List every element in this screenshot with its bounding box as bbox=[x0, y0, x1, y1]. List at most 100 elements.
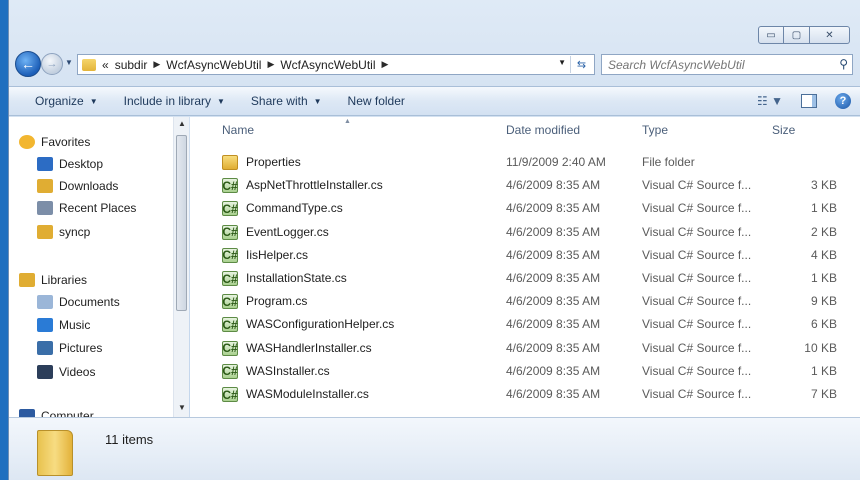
file-date-modified: 4/6/2009 8:35 AM bbox=[506, 271, 601, 285]
sidebar-item-label: Pictures bbox=[59, 341, 103, 355]
maximize-button[interactable]: ▢ bbox=[784, 26, 810, 44]
file-row[interactable]: C# IisHelper.cs 4/6/2009 8:35 AM Visual C# … bbox=[190, 244, 860, 267]
downloads-icon bbox=[37, 179, 53, 193]
chevron-down-icon: ▼ bbox=[217, 96, 225, 106]
sidebar-item-label: Recent Places bbox=[59, 201, 137, 215]
sidebar-item-videos[interactable]: Videos bbox=[37, 361, 95, 383]
refresh-button[interactable]: ⇆ bbox=[570, 56, 592, 73]
search-input[interactable] bbox=[608, 57, 828, 72]
recent-pages-dropdown[interactable]: ▼ bbox=[65, 58, 73, 67]
sidebar-item-desktop[interactable]: Desktop bbox=[37, 153, 103, 175]
file-type: Visual C# Source f... bbox=[642, 178, 752, 193]
file-row[interactable]: C# Program.cs 4/6/2009 8:35 AM Visual C# So… bbox=[190, 290, 860, 313]
file-size: 3 KB bbox=[810, 178, 837, 193]
csharp-file-icon: C# bbox=[222, 178, 238, 194]
breadcrumb-separator[interactable]: ▶ bbox=[153, 59, 160, 70]
sort-ascending-icon: ▲ bbox=[344, 118, 351, 125]
file-row[interactable]: C# AspNetThrottleInstaller.cs 4/6/2009 8:3… bbox=[190, 174, 860, 197]
address-dropdown[interactable]: ▼ bbox=[558, 58, 566, 67]
folder-icon bbox=[222, 155, 238, 170]
sidebar-item-computer[interactable]: Computer bbox=[19, 405, 94, 417]
breadcrumb-separator[interactable]: ▶ bbox=[382, 59, 389, 70]
folder-icon bbox=[82, 58, 96, 71]
file-type: Visual C# Source f... bbox=[642, 271, 752, 285]
file-name: Program.cs bbox=[246, 294, 308, 309]
organize-button[interactable]: Organize ▼ bbox=[35, 94, 98, 108]
desktop-icon bbox=[37, 157, 53, 171]
sidebar-item-music[interactable]: Music bbox=[37, 314, 90, 336]
file-row[interactable]: C# WASConfigurationHelper.cs 4/6/2009 8:35… bbox=[190, 313, 860, 336]
file-name: AspNetThrottleInstaller.cs bbox=[246, 178, 383, 193]
breadcrumb-wcfasyncwebutil-2[interactable]: WcfAsyncWebUtil bbox=[280, 58, 375, 72]
column-header-date-modified[interactable]: Date modified bbox=[506, 123, 580, 137]
star-icon bbox=[19, 135, 35, 149]
help-icon[interactable]: ? bbox=[835, 93, 851, 109]
csharp-file-icon: C# bbox=[222, 247, 238, 263]
file-row[interactable]: C# EventLogger.cs 4/6/2009 8:35 AM Visual C… bbox=[190, 221, 860, 244]
new-folder-button[interactable]: New folder bbox=[348, 94, 405, 108]
breadcrumb-subdir[interactable]: subdir bbox=[115, 58, 148, 72]
csharp-file-icon: C# bbox=[222, 271, 238, 286]
file-row[interactable]: Properties 11/9/2009 2:40 AM File folder bbox=[190, 151, 860, 174]
sidebar-item-downloads[interactable]: Downloads bbox=[37, 175, 118, 197]
address-bar[interactable]: « subdir ▶ WcfAsyncWebUtil ▶ WcfAsyncWeb… bbox=[77, 54, 595, 75]
file-size: 6 KB bbox=[810, 317, 837, 332]
file-size: 4 KB bbox=[810, 247, 837, 262]
navigation-pane-scrollbar[interactable]: ▲ ▼ bbox=[173, 117, 189, 417]
breadcrumb-separator[interactable]: ▶ bbox=[267, 59, 274, 70]
file-row[interactable]: C# WASInstaller.cs 4/6/2009 8:35 AM Visual … bbox=[190, 360, 860, 383]
search-box[interactable]: ⚲ bbox=[601, 54, 853, 75]
file-date-modified: 4/6/2009 8:35 AM bbox=[506, 178, 601, 193]
sidebar-item-label: Downloads bbox=[59, 179, 119, 193]
file-size: 2 KB bbox=[810, 224, 837, 239]
column-header-type[interactable]: Type bbox=[642, 123, 668, 137]
file-type: Visual C# Source f... bbox=[642, 247, 752, 262]
forward-button[interactable]: → bbox=[41, 53, 63, 75]
breadcrumb-overflow[interactable]: « bbox=[102, 58, 109, 72]
column-header-name[interactable]: Name bbox=[222, 123, 254, 137]
file-date-modified: 4/6/2009 8:35 AM bbox=[506, 317, 601, 332]
file-row[interactable]: C# CommandType.cs 4/6/2009 8:35 AM Visual C… bbox=[190, 197, 860, 220]
file-date-modified: 4/6/2009 8:35 AM bbox=[506, 201, 601, 216]
file-type: Visual C# Source f... bbox=[642, 201, 752, 216]
back-button[interactable]: ← bbox=[15, 51, 41, 77]
sidebar-item-libraries[interactable]: Libraries bbox=[19, 269, 87, 291]
sidebar-item-label: Favorites bbox=[41, 135, 91, 149]
file-row[interactable]: C# WASModuleInstaller.cs 4/6/2009 8:35 AM V… bbox=[190, 383, 860, 406]
column-header-size[interactable]: Size bbox=[772, 123, 795, 137]
preview-pane-icon[interactable] bbox=[801, 94, 817, 108]
navigation-pane: Favorites Desktop Downloads Recent Places sy… bbox=[9, 117, 185, 417]
close-button[interactable]: ✕ bbox=[810, 26, 850, 44]
sidebar-item-label: Videos bbox=[59, 365, 96, 379]
scroll-up-icon[interactable]: ▲ bbox=[178, 119, 186, 128]
minimize-button[interactable]: ▭ bbox=[758, 26, 784, 44]
file-name: WASModuleInstaller.cs bbox=[246, 387, 369, 401]
sidebar-item-documents[interactable]: Documents bbox=[37, 291, 120, 313]
file-type: File folder bbox=[642, 155, 695, 169]
file-row[interactable]: C# InstallationState.cs 4/6/2009 8:35 AM Vi… bbox=[190, 267, 860, 290]
scroll-down-icon[interactable]: ▼ bbox=[178, 403, 186, 412]
sidebar-item-label: syncp bbox=[59, 225, 91, 239]
search-icon[interactable]: ⚲ bbox=[839, 57, 848, 71]
new-folder-label: New folder bbox=[347, 94, 405, 108]
sidebar-item-favorites[interactable]: Favorites bbox=[19, 131, 90, 153]
videos-icon bbox=[37, 365, 53, 379]
sidebar-item-pictures[interactable]: Pictures bbox=[37, 337, 102, 359]
scrollbar-thumb[interactable] bbox=[176, 135, 187, 311]
sidebar-item-syncp[interactable]: syncp bbox=[37, 221, 90, 243]
file-date-modified: 4/6/2009 8:35 AM bbox=[506, 340, 601, 355]
view-controls: ☷ ▼ ? bbox=[757, 93, 851, 109]
breadcrumb-wcfasyncwebutil-1[interactable]: WcfAsyncWebUtil bbox=[166, 58, 261, 72]
file-date-modified: 4/6/2009 8:35 AM bbox=[506, 363, 601, 378]
share-with-label: Share with bbox=[250, 94, 308, 108]
file-list: Name ▲ Date modified Type Size Propertie… bbox=[190, 117, 860, 417]
file-row[interactable]: C# WASHandlerInstaller.cs 4/6/2009 8:35 AM… bbox=[190, 337, 860, 360]
file-size: 1 KB bbox=[810, 271, 837, 285]
include-in-library-button[interactable]: Include in library ▼ bbox=[124, 94, 225, 108]
csharp-file-icon: C# bbox=[222, 201, 238, 217]
item-count: 11 items bbox=[105, 432, 154, 447]
change-view-icon[interactable]: ☷ ▼ bbox=[757, 94, 783, 108]
share-with-button[interactable]: Share with ▼ bbox=[251, 94, 322, 108]
file-name: IisHelper.cs bbox=[246, 247, 309, 262]
sidebar-item-recent-places[interactable]: Recent Places bbox=[37, 197, 136, 219]
